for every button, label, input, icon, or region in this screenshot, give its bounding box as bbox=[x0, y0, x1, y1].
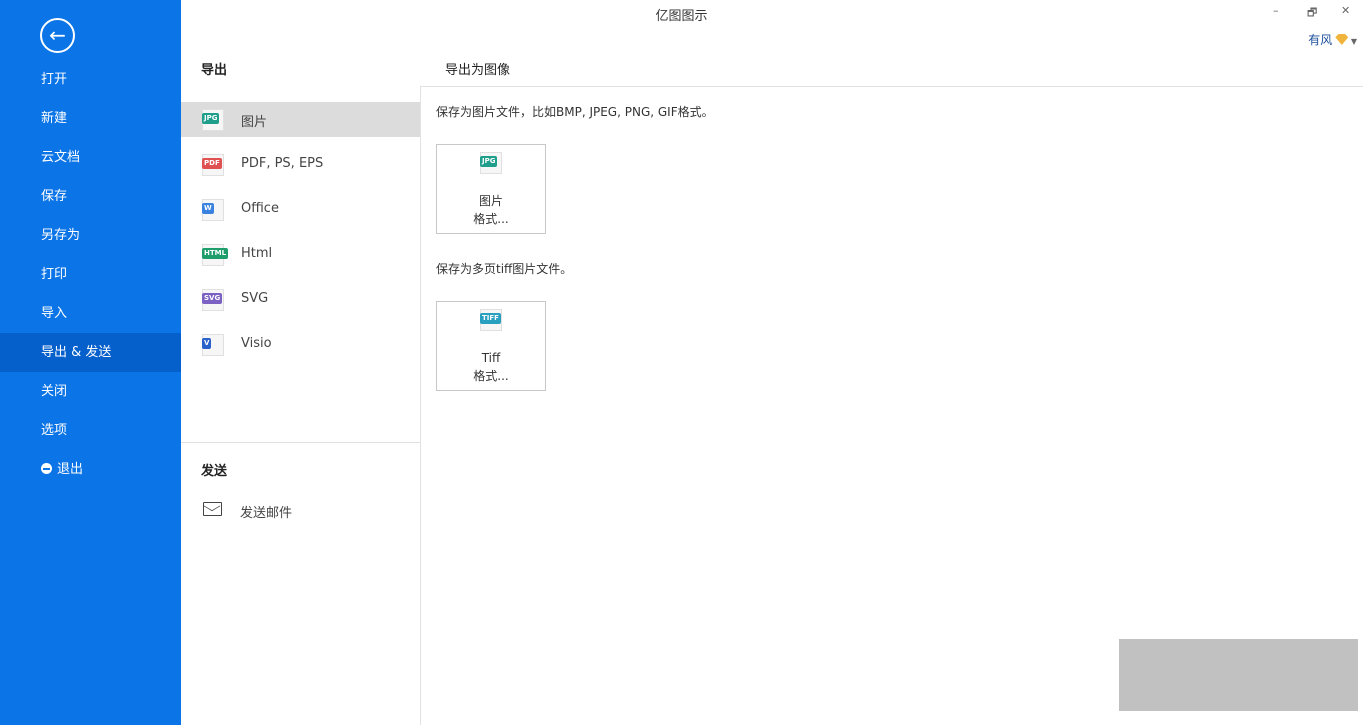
tiff-file-icon: TIFF bbox=[480, 309, 502, 331]
user-name: 有风 bbox=[1308, 33, 1333, 47]
chevron-down-icon: ▼ bbox=[1348, 37, 1357, 46]
item-label: Visio bbox=[241, 336, 272, 351]
item-label: 图片 bbox=[241, 115, 268, 130]
jpg-file-icon: JPG bbox=[202, 109, 224, 131]
export-item-html[interactable]: HTML Html bbox=[181, 237, 420, 272]
window-title: 亿图图示 bbox=[655, 9, 708, 24]
pdf-file-icon: PDF bbox=[202, 154, 224, 176]
tiff-description: 保存为多页tiff图片文件。 bbox=[436, 262, 573, 276]
item-label: Office bbox=[241, 201, 279, 216]
export-item-office[interactable]: W Office bbox=[181, 192, 420, 227]
html-file-icon: HTML bbox=[202, 244, 229, 266]
export-item-visio[interactable]: V Visio bbox=[181, 327, 420, 362]
sidebar-item-exit[interactable]: 退出 bbox=[0, 450, 181, 489]
item-label: SVG bbox=[241, 291, 269, 306]
sidebar-item-import[interactable]: 导入 bbox=[0, 294, 181, 333]
export-item-pdf[interactable]: PDF PDF, PS, EPS bbox=[181, 147, 420, 182]
sidebar-item-options[interactable]: 选项 bbox=[0, 411, 181, 450]
visio-file-icon: V bbox=[202, 334, 224, 356]
send-heading: 发送 bbox=[201, 464, 228, 479]
tiff-format-button[interactable]: TIFF Tiff 格式... bbox=[436, 301, 546, 391]
divider bbox=[420, 86, 421, 725]
image-format-button[interactable]: JPG 图片格式... bbox=[436, 144, 546, 234]
word-file-icon: W bbox=[202, 199, 224, 221]
sidebar-item-new[interactable]: 新建 bbox=[0, 99, 181, 138]
item-label: Html bbox=[241, 246, 273, 261]
divider bbox=[181, 442, 420, 443]
exit-icon bbox=[41, 463, 52, 474]
sidebar-item-export-send[interactable]: 导出 & 发送 bbox=[0, 333, 181, 372]
export-heading: 导出 bbox=[201, 63, 228, 78]
vip-gem-icon bbox=[1335, 34, 1349, 45]
card-sublabel: 格式... bbox=[473, 212, 509, 226]
card-label: Tiff bbox=[481, 351, 501, 365]
card-sublabel: 格式... bbox=[473, 369, 509, 383]
send-email-button[interactable]: 发送邮件 bbox=[181, 497, 420, 525]
sidebar-item-save-as[interactable]: 另存为 bbox=[0, 216, 181, 255]
sidebar-item-cloud[interactable]: 云文档 bbox=[0, 138, 181, 177]
gray-overlay-block bbox=[1119, 639, 1358, 711]
sidebar-item-save[interactable]: 保存 bbox=[0, 177, 181, 216]
exit-label: 退出 bbox=[57, 462, 84, 477]
item-label: PDF, PS, EPS bbox=[241, 156, 324, 171]
close-button[interactable]: ✕ bbox=[1341, 4, 1350, 17]
sidebar: ← 打开 新建 云文档 保存 另存为 打印 导入 导出 & 发送 关闭 选项 退… bbox=[0, 0, 181, 725]
main-heading: 导出为图像 bbox=[445, 63, 511, 78]
jpg-file-icon: JPG bbox=[480, 152, 502, 174]
user-menu[interactable]: 有风 ▼ bbox=[1308, 31, 1357, 48]
card-label: 图片 bbox=[478, 194, 503, 208]
minimize-button[interactable]: – bbox=[1273, 4, 1279, 17]
export-item-svg[interactable]: SVG SVG bbox=[181, 282, 420, 317]
send-email-label: 发送邮件 bbox=[240, 506, 293, 521]
mail-icon bbox=[203, 502, 222, 516]
arrow-left-icon: ← bbox=[49, 23, 66, 47]
export-item-image[interactable]: JPG 图片 bbox=[181, 102, 420, 137]
divider bbox=[420, 86, 1363, 87]
svg-file-icon: SVG bbox=[202, 289, 224, 311]
sidebar-item-close[interactable]: 关闭 bbox=[0, 372, 181, 411]
sidebar-item-open[interactable]: 打开 bbox=[0, 60, 181, 99]
image-description: 保存为图片文件，比如BMP, JPEG, PNG, GIF格式。 bbox=[436, 105, 714, 119]
restore-button[interactable]: 🗗 bbox=[1307, 4, 1317, 23]
sidebar-item-print[interactable]: 打印 bbox=[0, 255, 181, 294]
